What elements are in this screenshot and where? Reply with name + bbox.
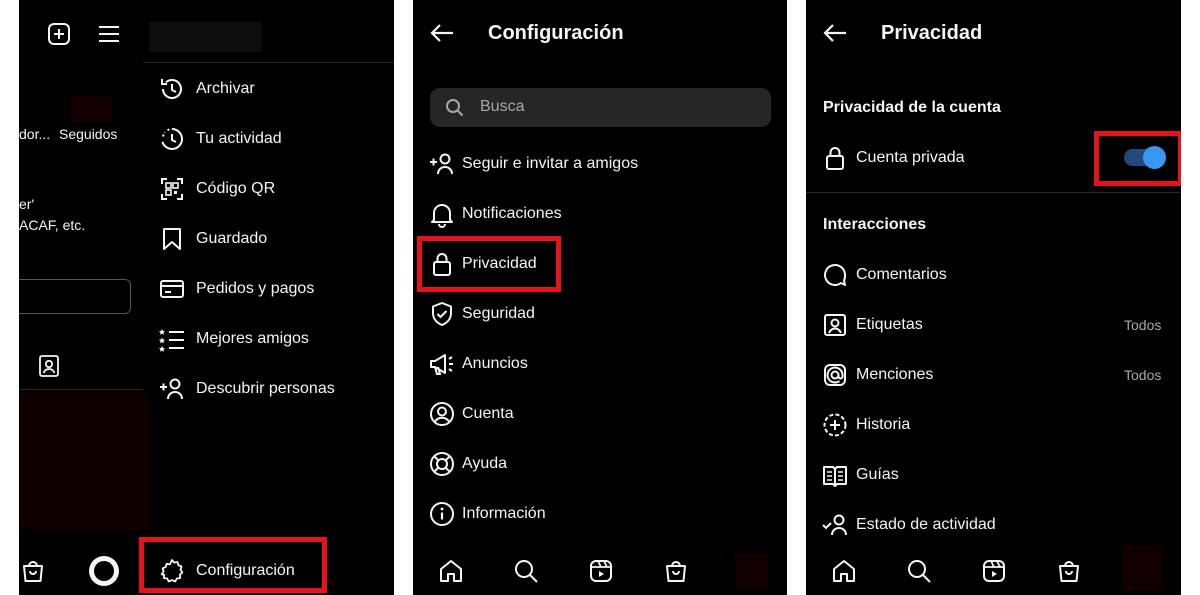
search-icon[interactable] bbox=[905, 557, 933, 585]
post-thumbnail[interactable] bbox=[19, 392, 149, 530]
bookmark-icon bbox=[158, 225, 186, 253]
menu-item-label: Descubrir personas bbox=[196, 380, 335, 397]
guides-icon bbox=[821, 461, 849, 489]
activity-icon bbox=[158, 125, 186, 153]
settings-item-label: Anuncios bbox=[462, 355, 528, 372]
highlight-box bbox=[417, 236, 561, 292]
divider bbox=[806, 192, 1181, 193]
following-label[interactable]: Seguidos bbox=[59, 126, 117, 142]
megaphone-icon bbox=[428, 350, 456, 378]
privacy-item-label: Historia bbox=[856, 416, 911, 433]
lock-icon bbox=[821, 144, 849, 172]
avatar[interactable] bbox=[735, 553, 768, 589]
home-icon[interactable] bbox=[437, 557, 465, 585]
avatar[interactable] bbox=[89, 556, 119, 586]
card-icon bbox=[158, 275, 186, 303]
section-title-account-privacy: Privacidad de la cuenta bbox=[823, 99, 1001, 116]
settings-item-label: Cuenta bbox=[462, 405, 514, 422]
tagged-posts-icon[interactable] bbox=[35, 352, 63, 380]
privacy-item-label: Etiquetas bbox=[856, 316, 923, 333]
search-icon[interactable] bbox=[512, 557, 540, 585]
privacy-item-label: Guías bbox=[856, 466, 899, 483]
shop-icon[interactable] bbox=[662, 557, 690, 585]
divider bbox=[143, 62, 394, 63]
qr-code-icon bbox=[158, 175, 186, 203]
followers-label: dor... bbox=[19, 126, 51, 142]
hamburger-menu-icon[interactable] bbox=[95, 20, 123, 48]
edit-profile-button[interactable] bbox=[19, 279, 131, 314]
new-post-icon[interactable] bbox=[45, 20, 73, 48]
home-icon[interactable] bbox=[830, 557, 858, 585]
bio-line: ACAF, etc. bbox=[19, 217, 86, 233]
settings-item-label: Seguir e invitar a amigos bbox=[462, 155, 639, 172]
menu-item-label: Archivar bbox=[196, 80, 255, 97]
story-add-icon bbox=[821, 411, 849, 439]
privacy-item-value: Todos bbox=[1124, 317, 1162, 333]
page-title: Privacidad bbox=[881, 22, 983, 44]
search-input[interactable]: Busca bbox=[480, 98, 524, 116]
best-friends-list-icon bbox=[158, 325, 186, 353]
username-placeholder bbox=[149, 22, 262, 52]
page-title: Configuración bbox=[488, 22, 624, 44]
highlight-box bbox=[1094, 131, 1181, 186]
privacy-item-value: Todos bbox=[1124, 367, 1162, 383]
back-arrow-icon[interactable] bbox=[821, 19, 849, 47]
privacy-item-label: Estado de actividad bbox=[856, 516, 996, 533]
add-person-icon bbox=[158, 375, 186, 403]
settings-item-label: Seguridad bbox=[462, 305, 535, 322]
account-icon bbox=[428, 400, 456, 428]
tag-person-icon bbox=[821, 311, 849, 339]
privacy-item-label: Menciones bbox=[856, 366, 934, 383]
comment-icon bbox=[821, 261, 849, 289]
reels-icon[interactable] bbox=[980, 557, 1008, 585]
avatar[interactable] bbox=[1122, 545, 1162, 591]
settings-item-label: Información bbox=[462, 505, 546, 522]
search-bar[interactable]: Busca bbox=[430, 88, 771, 127]
activity-status-icon bbox=[821, 511, 849, 539]
shop-icon[interactable] bbox=[1055, 557, 1083, 585]
settings-screen: Configuración Busca Seguir e invitar a a… bbox=[413, 0, 787, 595]
bell-icon bbox=[428, 200, 456, 228]
menu-item-label: Guardado bbox=[196, 230, 268, 247]
back-arrow-icon[interactable] bbox=[428, 19, 456, 47]
reels-icon[interactable] bbox=[587, 557, 615, 585]
settings-item-label: Notificaciones bbox=[462, 205, 562, 222]
privacy-screen: Privacidad Privacidad de la cuenta Cuent… bbox=[806, 0, 1181, 595]
history-icon bbox=[158, 75, 186, 103]
divider bbox=[19, 389, 143, 390]
menu-item-label: Pedidos y pagos bbox=[196, 280, 315, 297]
mention-icon bbox=[821, 361, 849, 389]
private-account-label: Cuenta privada bbox=[856, 149, 965, 166]
menu-item-label: Mejores amigos bbox=[196, 330, 309, 347]
highlight-box bbox=[139, 537, 327, 593]
bio-line: er' bbox=[19, 196, 35, 212]
shield-check-icon bbox=[428, 300, 456, 328]
profile-stat-placeholder bbox=[71, 96, 111, 122]
menu-item-label: Código QR bbox=[196, 180, 276, 197]
search-icon bbox=[444, 97, 466, 119]
help-icon bbox=[428, 450, 456, 478]
section-title-interactions: Interacciones bbox=[823, 216, 927, 233]
info-icon bbox=[428, 500, 456, 528]
shop-icon[interactable] bbox=[19, 557, 47, 585]
side-menu-screen: dor... Seguidos er' ACAF, etc. Archivar … bbox=[19, 0, 394, 595]
privacy-item-label: Comentarios bbox=[856, 266, 947, 283]
add-person-icon bbox=[428, 150, 456, 178]
settings-item-label: Ayuda bbox=[462, 455, 508, 472]
menu-item-label: Tu actividad bbox=[196, 130, 282, 147]
